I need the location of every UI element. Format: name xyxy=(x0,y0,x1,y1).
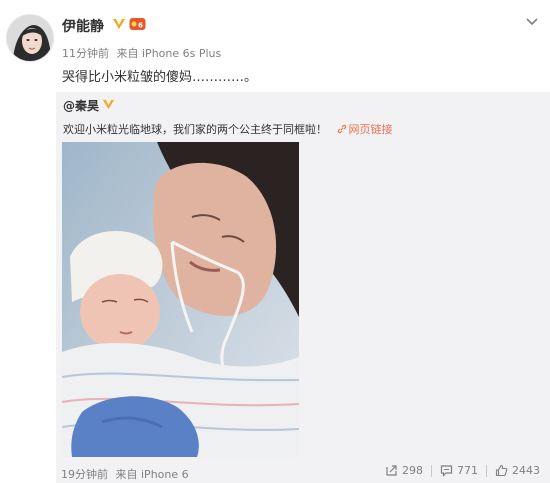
original-source: iPhone 6 xyxy=(141,468,189,481)
svg-text:6: 6 xyxy=(138,22,143,30)
repost-button[interactable]: 298 xyxy=(385,464,423,477)
original-author[interactable]: @秦昊 xyxy=(63,97,99,114)
action-bar: 298 771 2443 xyxy=(385,464,540,477)
thumbs-up-icon xyxy=(495,464,508,477)
post-text: 哭得比小米粒皱的傻妈…………。 xyxy=(62,70,258,85)
divider xyxy=(431,464,432,477)
original-meta: 19分钟前 来自 iPhone 6 xyxy=(61,466,189,482)
web-link[interactable]: 网页链接 xyxy=(337,123,393,136)
web-link-label[interactable]: 网页链接 xyxy=(349,123,393,136)
repost-card: @秦昊 欢迎小米粒光临地球，我们家的两个公主终于同框啦！ 网页链接 19分钟前 … xyxy=(56,92,550,483)
original-text: 欢迎小米粒光临地球，我们家的两个公主终于同框啦！ 网页链接 xyxy=(63,121,393,137)
weibo-post: 伊能静 6 11分钟前 来自 iPhone 6s Plus 哭得比小米粒皱的傻妈… xyxy=(0,0,550,483)
link-icon xyxy=(337,124,346,134)
repost-count: 298 xyxy=(402,464,423,477)
comment-button[interactable]: 771 xyxy=(440,464,478,477)
like-count: 2443 xyxy=(512,464,540,477)
original-time[interactable]: 19分钟前 xyxy=(61,468,108,481)
verified-badge-icon xyxy=(102,99,115,110)
vip-badge-icon: 6 xyxy=(129,18,146,30)
source-prefix: 来自 xyxy=(116,47,139,60)
avatar[interactable] xyxy=(6,14,54,62)
divider xyxy=(486,464,487,477)
comment-count: 771 xyxy=(457,464,478,477)
comment-icon xyxy=(440,465,453,477)
verified-badge-icon xyxy=(113,19,125,29)
post-photo[interactable] xyxy=(62,142,299,457)
user-name[interactable]: 伊能静 xyxy=(62,16,104,36)
post-source: iPhone 6s Plus xyxy=(142,47,222,60)
post-meta: 11分钟前 来自 iPhone 6s Plus xyxy=(62,45,221,61)
chevron-down-icon[interactable] xyxy=(524,14,540,30)
post-time[interactable]: 11分钟前 xyxy=(62,47,109,60)
like-button[interactable]: 2443 xyxy=(495,464,540,477)
original-text-body: 欢迎小米粒光临地球，我们家的两个公主终于同框啦！ xyxy=(63,123,327,136)
source-prefix: 来自 xyxy=(115,468,138,481)
repost-icon xyxy=(386,465,397,476)
